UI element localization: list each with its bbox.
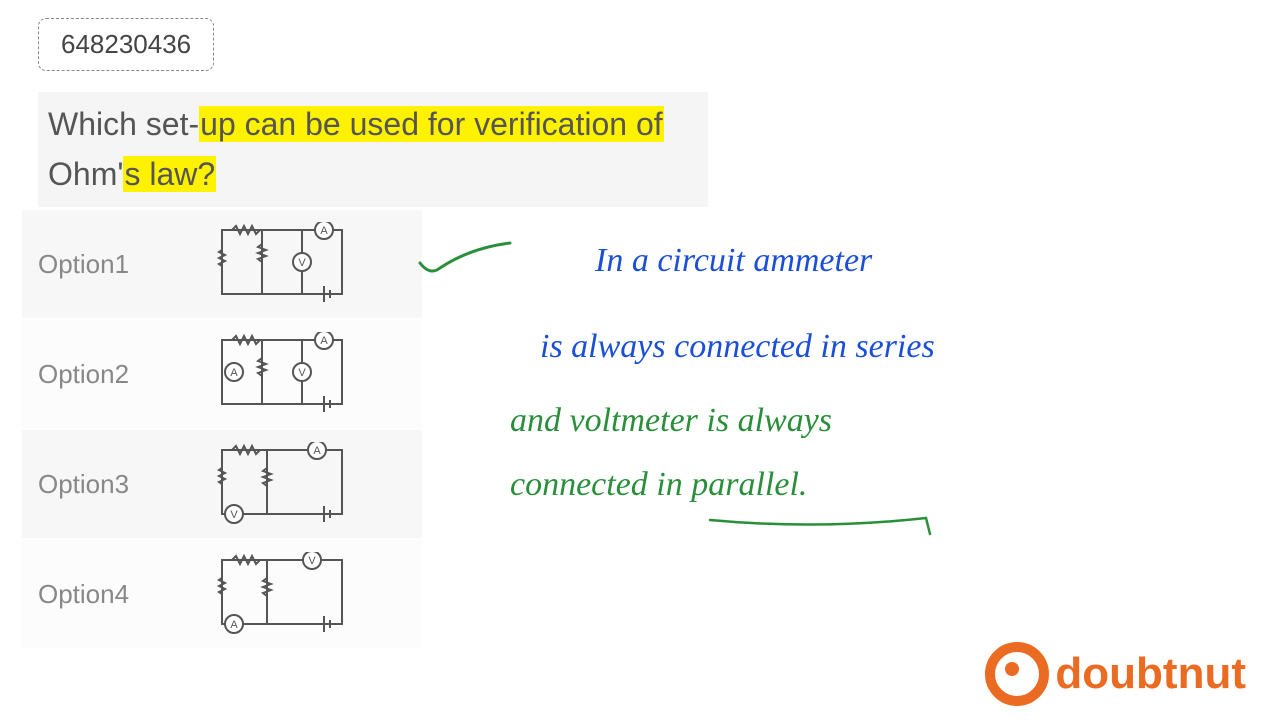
svg-text:A: A <box>230 619 238 631</box>
option-2-circuit-diagram: A A V <box>158 332 406 416</box>
option-4-circuit-diagram: V A <box>158 552 406 636</box>
annotation-line-2: is always connected in series <box>540 326 1240 369</box>
svg-text:V: V <box>298 367 306 379</box>
option-1-label: Option1 <box>38 249 158 280</box>
option-2-label: Option2 <box>38 359 158 390</box>
options-list: Option1 A V Option2 <box>22 210 422 650</box>
option-1[interactable]: Option1 A V <box>22 210 422 320</box>
svg-text:A: A <box>313 445 321 457</box>
svg-text:V: V <box>230 509 238 521</box>
brand-logo-icon <box>985 642 1049 706</box>
underline-icon <box>708 516 938 538</box>
q-seg-3: s law? <box>123 156 216 192</box>
brand-logo: doubtnut <box>985 642 1246 706</box>
option-3-circuit-diagram: A V <box>158 442 406 526</box>
svg-text:A: A <box>320 225 328 237</box>
svg-text:A: A <box>230 367 238 379</box>
q-seg-0: Which set- <box>48 106 199 142</box>
annotation-line-4: connected in parallel. <box>510 464 1160 507</box>
option-1-circuit-diagram: A V <box>158 222 406 306</box>
tick-mark-icon <box>415 238 515 288</box>
question-text: Which set-up can be used for verificatio… <box>38 92 708 207</box>
option-4[interactable]: Option4 V A <box>22 540 422 650</box>
svg-text:V: V <box>298 257 306 269</box>
svg-text:A: A <box>320 335 328 347</box>
option-3[interactable]: Option3 A V <box>22 430 422 540</box>
q-seg-1: up can be used for verification of <box>199 106 664 142</box>
question-id: 648230436 <box>61 29 191 59</box>
option-3-label: Option3 <box>38 469 158 500</box>
svg-text:V: V <box>308 555 316 567</box>
brand-name: doubtnut <box>1055 649 1246 699</box>
annotation-line-3: and voltmeter is always <box>510 400 1160 443</box>
annotation-line-1: In a circuit ammeter <box>595 240 1205 283</box>
option-4-label: Option4 <box>38 579 158 610</box>
option-2[interactable]: Option2 A A V <box>22 320 422 430</box>
q-seg-2: Ohm' <box>48 156 123 192</box>
question-id-box: 648230436 <box>38 18 214 71</box>
